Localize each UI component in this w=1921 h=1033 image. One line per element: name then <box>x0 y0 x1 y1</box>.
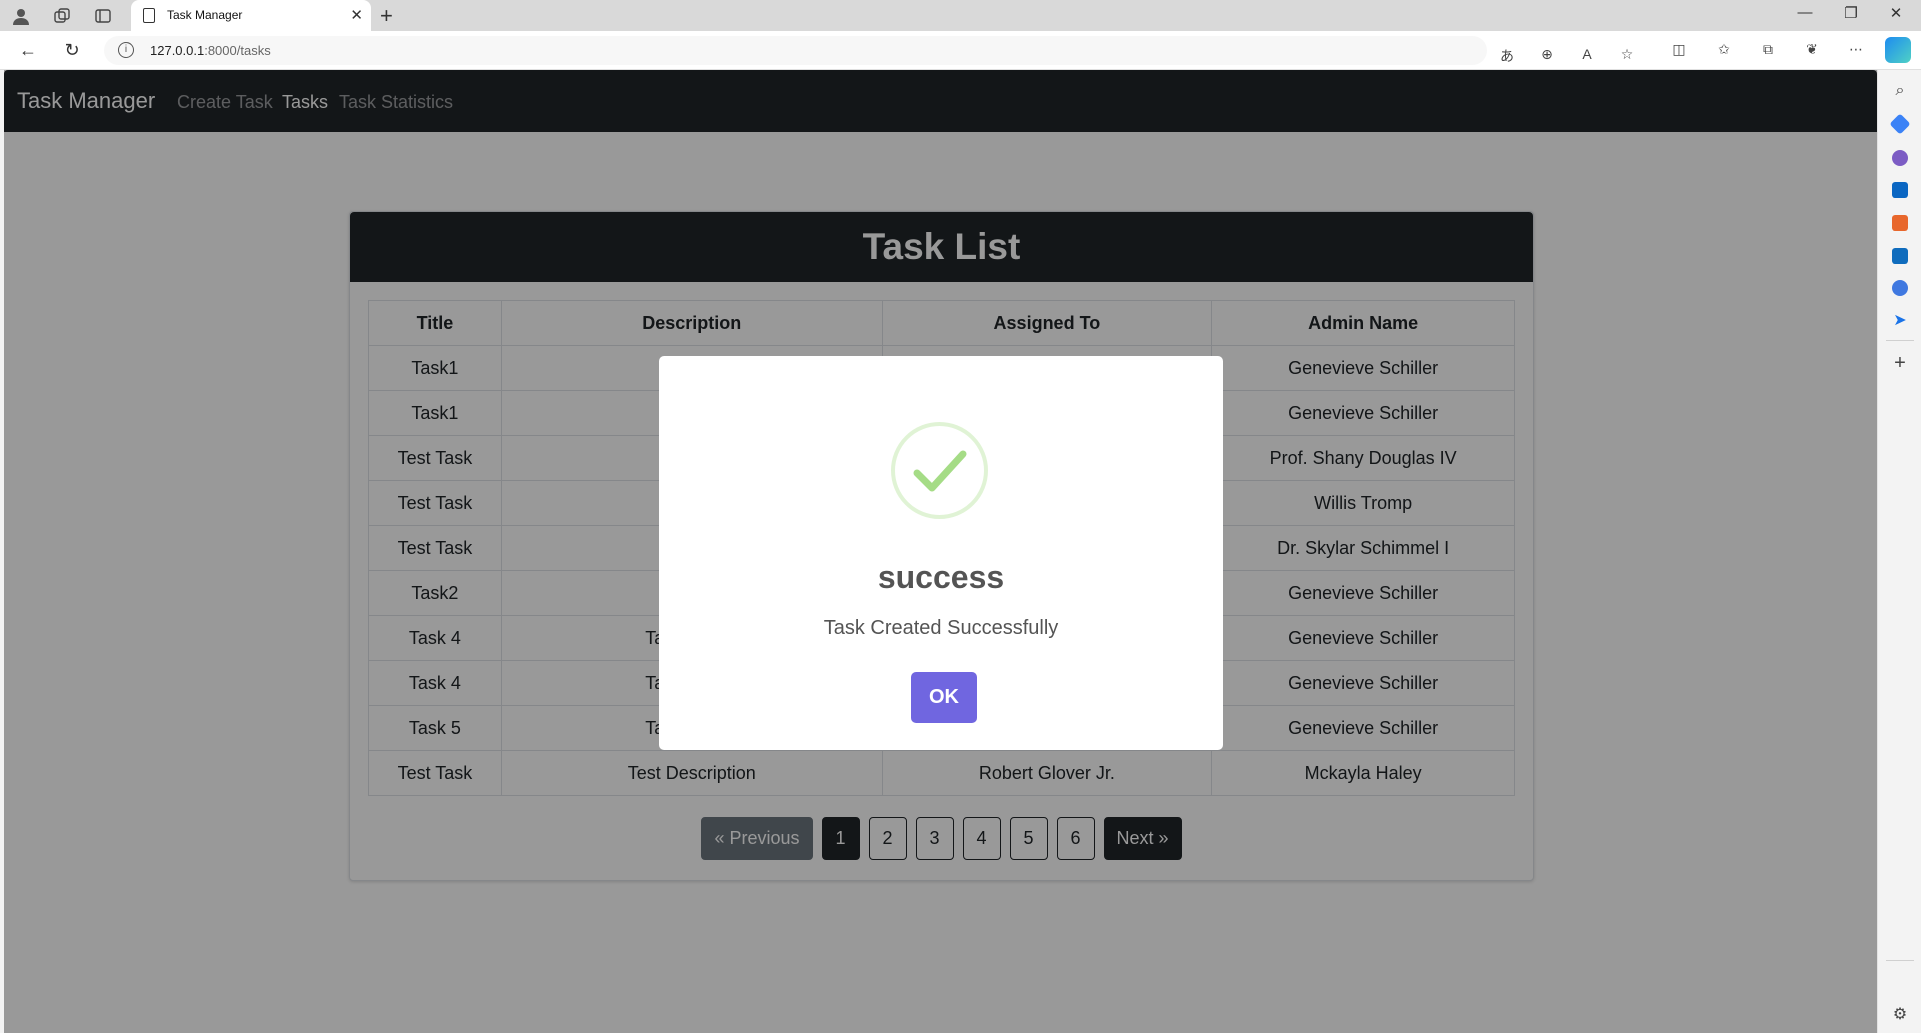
tab-title: Task Manager <box>167 8 243 22</box>
split-screen-icon[interactable]: ◫ <box>1668 41 1690 58</box>
window-close-icon[interactable]: ✕ <box>1881 4 1911 22</box>
sidebar-divider <box>1886 960 1914 961</box>
tab-close-icon[interactable]: ✕ <box>350 6 363 24</box>
refresh-icon[interactable]: ↻ <box>60 40 84 61</box>
read-aloud-icon[interactable]: A <box>1576 46 1598 62</box>
success-modal: success Task Created Successfully OK <box>659 356 1223 750</box>
more-options-icon[interactable]: ⋯ <box>1845 41 1867 58</box>
modal-message: Task Created Successfully <box>823 617 1059 639</box>
edge-sidebar: ⌕ ➤ + ⚙ <box>1877 70 1921 1033</box>
ok-button[interactable]: OK <box>911 672 977 723</box>
sidebar-settings-gear-icon[interactable]: ⚙ <box>1890 1004 1910 1024</box>
linkedin-icon[interactable] <box>1892 182 1908 198</box>
address-bar-row: ← ↻ i 127.0.0.1:8000/tasks あ ⊕ A ☆ ◫ ✩ ⧉… <box>0 31 1921 70</box>
back-icon[interactable]: ← <box>16 40 40 61</box>
site-info-icon[interactable]: i <box>118 42 134 58</box>
browser-tabstrip: Task Manager ✕ + — ❐ ✕ <box>0 0 1921 31</box>
tools-icon[interactable] <box>1892 215 1908 231</box>
sidebar-divider <box>1886 340 1914 341</box>
browser-tab[interactable]: Task Manager ✕ <box>131 0 371 31</box>
translate-icon[interactable]: あ <box>1496 46 1518 66</box>
workspaces-icon[interactable] <box>51 5 73 27</box>
url-path: :8000/tasks <box>204 43 271 58</box>
tab-actions-icon[interactable] <box>92 5 114 27</box>
add-sidebar-app-icon[interactable]: + <box>1890 352 1910 374</box>
address-bar[interactable]: i 127.0.0.1:8000/tasks あ ⊕ A ☆ <box>104 36 1633 65</box>
sidebar-search-icon[interactable]: ⌕ <box>1890 82 1910 102</box>
minimize-icon[interactable]: — <box>1790 4 1820 21</box>
modal-title: success <box>877 559 1005 595</box>
shopping-tag-icon[interactable] <box>1889 113 1911 135</box>
page-viewport: Task Manager Create Task Tasks Task Stat… <box>4 70 1877 1033</box>
extensions-icon[interactable]: ❦ <box>1801 41 1823 58</box>
url-text[interactable]: 127.0.0.1:8000/tasks <box>150 43 271 58</box>
collections-icon[interactable]: ⧉ <box>1757 41 1779 58</box>
copilot-icon[interactable] <box>1885 37 1911 63</box>
m365-icon[interactable] <box>1892 280 1908 296</box>
outlook-icon[interactable] <box>1892 248 1908 264</box>
restore-icon[interactable]: ❐ <box>1836 4 1866 22</box>
send-icon[interactable]: ➤ <box>1890 310 1910 330</box>
zoom-icon[interactable]: ⊕ <box>1536 46 1558 63</box>
url-host: 127.0.0.1 <box>150 43 205 58</box>
favorites-icon[interactable]: ✩ <box>1713 41 1735 58</box>
profile-icon[interactable] <box>10 5 32 27</box>
success-check-icon <box>891 422 988 519</box>
new-tab-icon[interactable]: + <box>380 3 393 29</box>
games-icon[interactable] <box>1892 150 1908 166</box>
favorite-star-icon[interactable]: ☆ <box>1616 46 1638 63</box>
page-icon <box>143 8 155 23</box>
